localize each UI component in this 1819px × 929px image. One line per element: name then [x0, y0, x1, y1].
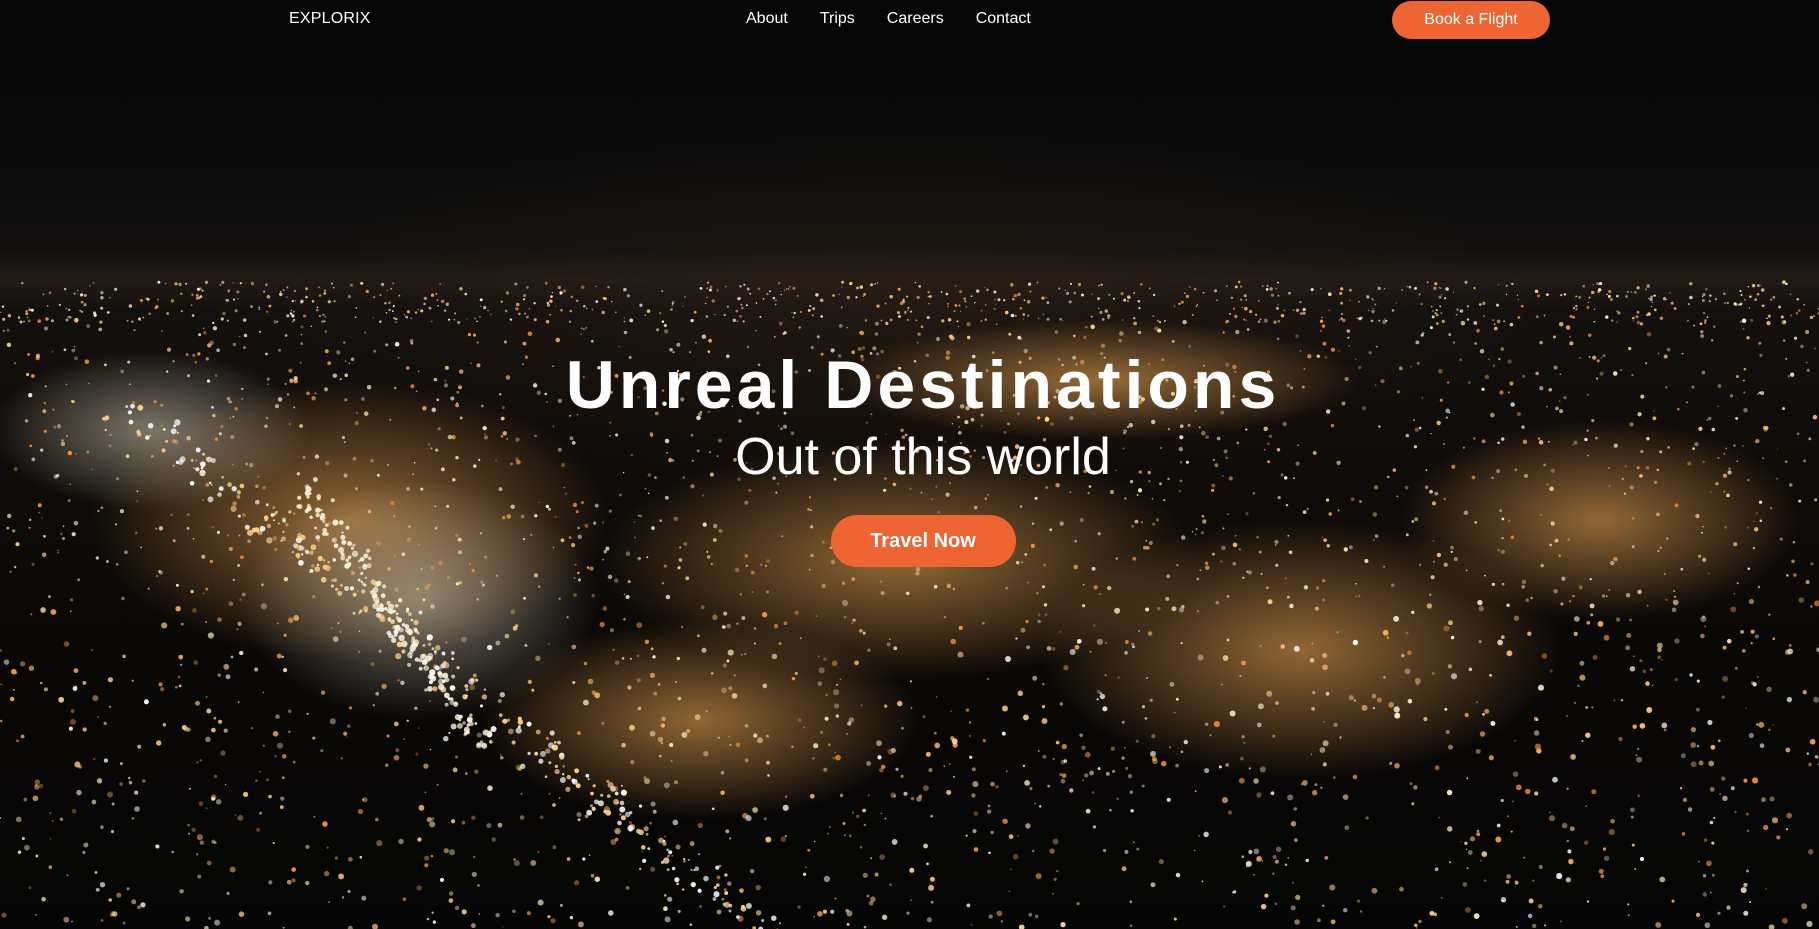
hero-subtitle: Out of this world	[735, 428, 1111, 486]
hero-content: Unreal Destinations Out of this world Tr…	[0, 345, 1819, 567]
top-navbar: EXPLORIX About Trips Careers Contact Boo…	[0, 0, 1819, 40]
travel-now-button[interactable]: Travel Now	[830, 515, 1016, 567]
nav-link-contact[interactable]: Contact	[976, 10, 1031, 28]
logo[interactable]: EXPLORIX	[289, 10, 371, 28]
nav-links: About Trips Careers Contact	[746, 10, 1031, 28]
hero-section: EXPLORIX About Trips Careers Contact Boo…	[0, 0, 1819, 929]
book-a-flight-button[interactable]: Book a Flight	[1392, 1, 1550, 39]
nav-link-about[interactable]: About	[746, 10, 788, 28]
nav-link-careers[interactable]: Careers	[887, 10, 944, 28]
nav-link-trips[interactable]: Trips	[820, 10, 855, 28]
hero-title: Unreal Destinations	[565, 347, 1281, 423]
